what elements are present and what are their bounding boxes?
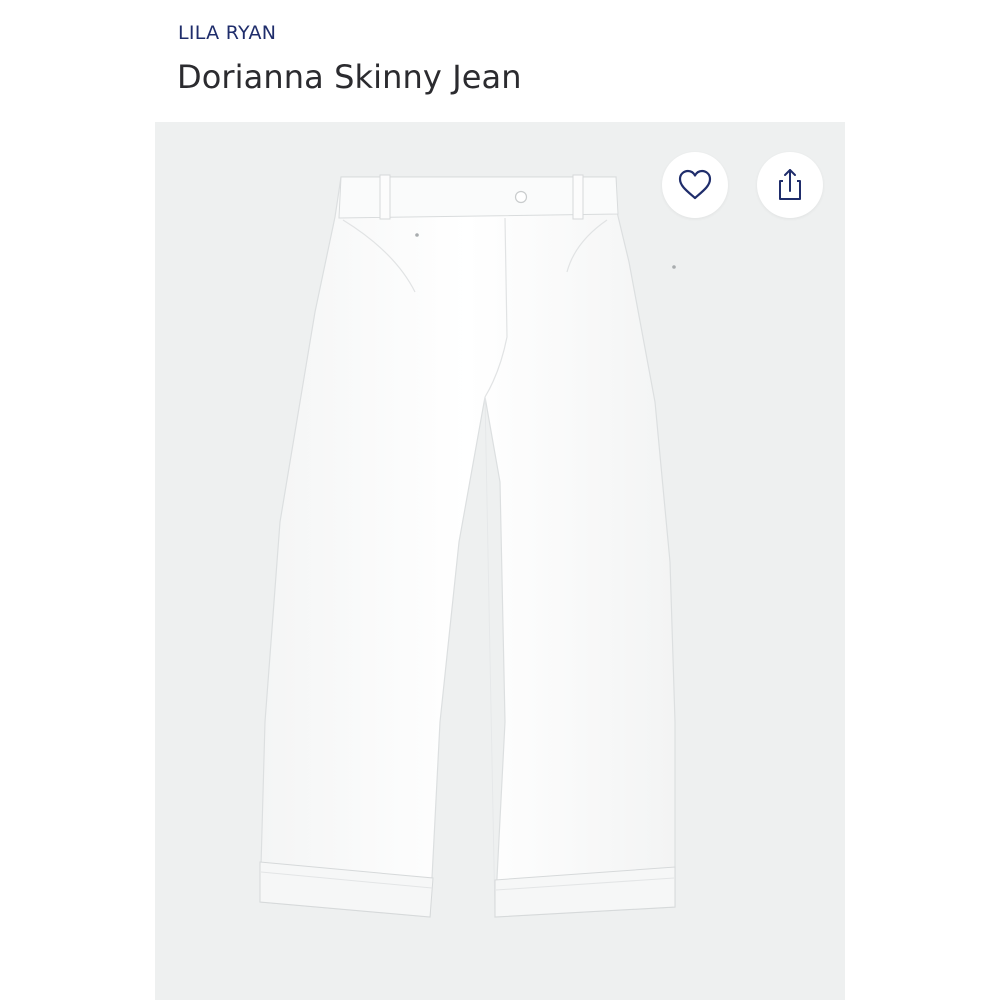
product-image[interactable] <box>155 122 845 1000</box>
left-margin <box>0 0 155 1000</box>
jeans-image <box>259 174 676 918</box>
right-margin <box>845 0 1000 1000</box>
favorite-button[interactable] <box>662 152 728 218</box>
share-icon <box>779 169 801 200</box>
share-button[interactable] <box>757 152 823 218</box>
heart-icon <box>678 169 712 200</box>
brand-name[interactable]: LILA RYAN <box>178 22 276 44</box>
screen: LILA RYAN Dorianna Skinny Jean <box>0 0 1000 1000</box>
product-title: Dorianna Skinny Jean <box>177 58 522 96</box>
product-panel: LILA RYAN Dorianna Skinny Jean <box>155 0 845 1000</box>
product-header: LILA RYAN Dorianna Skinny Jean <box>155 0 845 122</box>
